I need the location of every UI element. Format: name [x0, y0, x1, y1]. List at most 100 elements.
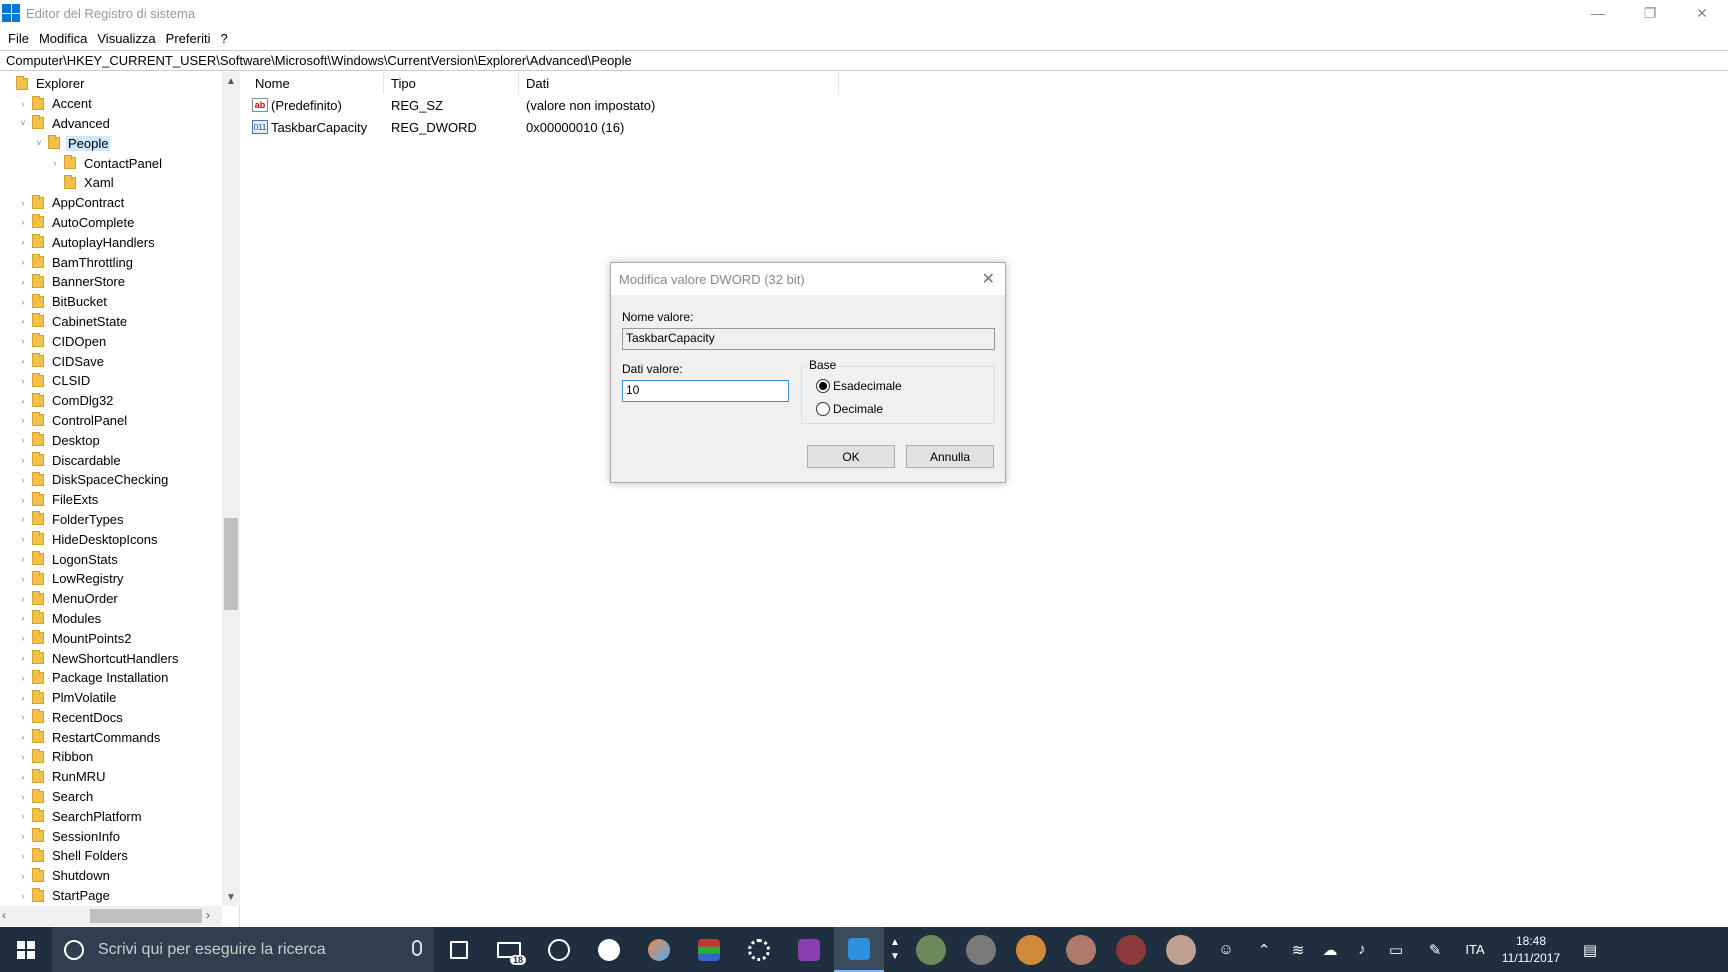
expand-icon[interactable]: ›	[18, 494, 28, 506]
menu-help[interactable]: ?	[215, 31, 232, 46]
expand-icon[interactable]: ›	[18, 296, 28, 308]
whatsapp-icon[interactable]	[534, 927, 584, 972]
tree-node[interactable]: › AutoComplete	[0, 213, 222, 233]
onedrive-icon[interactable]: ☁	[1314, 927, 1346, 972]
menu-file[interactable]: File	[3, 31, 34, 46]
expand-icon[interactable]: ›	[50, 157, 60, 169]
expand-icon[interactable]: ›	[18, 454, 28, 466]
expand-icon[interactable]: ›	[18, 216, 28, 228]
tree-node[interactable]: › MenuOrder	[0, 589, 222, 609]
wifi-icon[interactable]: ≋	[1282, 927, 1314, 972]
expand-icon[interactable]: ›	[18, 830, 28, 842]
people-avatar-icon[interactable]	[1056, 927, 1106, 972]
expand-icon[interactable]: ›	[18, 474, 28, 486]
tree-node[interactable]: › FileExts	[0, 490, 222, 510]
expand-icon[interactable]: ›	[18, 890, 28, 902]
column-tipo[interactable]: Tipo	[384, 72, 519, 94]
tree-node[interactable]: › MountPoints2	[0, 628, 222, 648]
tree-node[interactable]: › Desktop	[0, 430, 222, 450]
volume-icon[interactable]: ♪	[1346, 927, 1378, 972]
expand-icon[interactable]: ›	[18, 395, 28, 407]
expand-icon[interactable]: ›	[18, 751, 28, 763]
tree-horizontal-scrollbar[interactable]: ‹ ›	[0, 906, 222, 926]
tree-node[interactable]: › RecentDocs	[0, 708, 222, 728]
cancel-button[interactable]: Annulla	[906, 445, 994, 468]
scroll-down-icon[interactable]: ▼	[222, 888, 240, 906]
people-avatar-icon[interactable]	[1156, 927, 1206, 972]
radio-decimal[interactable]: Decimale	[816, 402, 883, 416]
expand-icon[interactable]: ›	[18, 711, 28, 723]
tree-node[interactable]: ˅ People	[0, 133, 222, 153]
menu-preferiti[interactable]: Preferiti	[161, 31, 216, 46]
address-bar[interactable]: Computer\HKEY_CURRENT_USER\Software\Micr…	[0, 50, 1728, 71]
tree-node[interactable]: › Shutdown	[0, 866, 222, 886]
tree-node[interactable]: › CabinetState	[0, 312, 222, 332]
people-avatar-icon[interactable]	[1006, 927, 1056, 972]
expand-icon[interactable]: ›	[18, 593, 28, 605]
tree-node[interactable]: › Package Installation	[0, 668, 222, 688]
tree-node[interactable]: › HideDesktopIcons	[0, 529, 222, 549]
expand-icon[interactable]: ›	[18, 335, 28, 347]
battery-icon[interactable]: ▭	[1378, 927, 1414, 972]
expand-icon[interactable]: ˅	[34, 137, 44, 149]
expand-icon[interactable]: ›	[18, 731, 28, 743]
tree-node[interactable]: › BannerStore	[0, 272, 222, 292]
action-center-icon[interactable]: ▤	[1568, 927, 1612, 972]
tree-node[interactable]: › CLSID	[0, 371, 222, 391]
tree-node[interactable]: › LogonStats	[0, 549, 222, 569]
tree-node[interactable]: › AutoplayHandlers	[0, 232, 222, 252]
tree-node[interactable]: › SearchPlatform	[0, 806, 222, 826]
radio-hexadecimal[interactable]: Esadecimale	[816, 379, 902, 393]
tree-node[interactable]: › AppContract	[0, 193, 222, 213]
expand-icon[interactable]: ›	[18, 98, 28, 110]
slack-icon[interactable]	[584, 927, 634, 972]
tree-node[interactable]: › FolderTypes	[0, 510, 222, 530]
expand-icon[interactable]: ›	[18, 315, 28, 327]
tree-node[interactable]: › SessionInfo	[0, 826, 222, 846]
tree-node[interactable]: › ComDlg32	[0, 391, 222, 411]
expand-icon[interactable]: ›	[18, 414, 28, 426]
expand-icon[interactable]: ›	[18, 553, 28, 565]
clock[interactable]: 18:48 11/11/2017	[1494, 933, 1568, 967]
chevron-up-icon[interactable]: ⌃	[1246, 927, 1282, 972]
tree-node[interactable]: ˅ Advanced	[0, 114, 222, 134]
people-icon[interactable]: ☺	[1206, 927, 1246, 972]
tree-node[interactable]: › DiskSpaceChecking	[0, 470, 222, 490]
tree-hscroll-thumb[interactable]	[90, 909, 202, 923]
scroll-right-icon[interactable]: ›	[206, 908, 210, 922]
tree-node[interactable]: › RestartCommands	[0, 727, 222, 747]
tree-node[interactable]: › RunMRU	[0, 767, 222, 787]
winrar-icon[interactable]	[684, 927, 734, 972]
expand-icon[interactable]	[50, 177, 60, 189]
menu-visualizza[interactable]: Visualizza	[92, 31, 160, 46]
people-avatar-icon[interactable]	[906, 927, 956, 972]
expand-icon[interactable]: ›	[18, 256, 28, 268]
mail-icon[interactable]: 18	[484, 927, 534, 972]
expand-icon[interactable]: ›	[18, 791, 28, 803]
language-indicator[interactable]: ITA	[1456, 927, 1494, 972]
settings-icon[interactable]	[734, 927, 784, 972]
tree-node[interactable]: › LowRegistry	[0, 569, 222, 589]
onenote-icon[interactable]	[784, 927, 834, 972]
people-avatar-icon[interactable]	[956, 927, 1006, 972]
tree-node[interactable]: Xaml	[0, 173, 222, 193]
expand-icon[interactable]: ›	[18, 236, 28, 248]
tree-node[interactable]: › Accent	[0, 94, 222, 114]
tree-node[interactable]: › Ribbon	[0, 747, 222, 767]
tree-node[interactable]: › NewShortcutHandlers	[0, 648, 222, 668]
paint-icon[interactable]	[634, 927, 684, 972]
tree-vertical-scrollbar[interactable]: ▲ ▼	[222, 72, 240, 906]
pen-icon[interactable]: ✎	[1414, 927, 1456, 972]
expand-icon[interactable]: ›	[18, 434, 28, 446]
tree-node[interactable]: › ContactPanel	[0, 153, 222, 173]
tree-node[interactable]: › BitBucket	[0, 292, 222, 312]
expand-icon[interactable]: ›	[18, 513, 28, 525]
start-button[interactable]	[0, 927, 52, 972]
tree-node[interactable]: Explorer	[0, 74, 222, 94]
expand-icon[interactable]: ›	[18, 771, 28, 783]
expand-icon[interactable]: ›	[18, 652, 28, 664]
expand-icon[interactable]: ›	[18, 810, 28, 822]
expand-icon[interactable]: ›	[18, 612, 28, 624]
expand-icon[interactable]: ˅	[18, 117, 28, 129]
microphone-icon[interactable]	[412, 940, 422, 956]
